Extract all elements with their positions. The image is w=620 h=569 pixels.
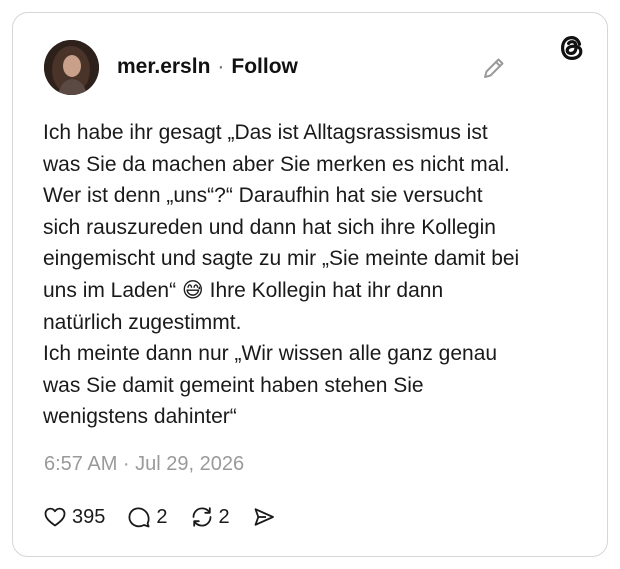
post-timestamp[interactable]: 6:57 AM · Jul 29, 2026 bbox=[44, 453, 244, 476]
avatar[interactable] bbox=[44, 40, 99, 95]
post-body-line: Ich meinte dann nur „Wir wissen alle gan… bbox=[43, 342, 498, 366]
post-body-line: natürlich zugestimmt. bbox=[43, 310, 242, 334]
author-username[interactable]: mer.ersln bbox=[117, 55, 210, 78]
heart-icon bbox=[43, 505, 67, 529]
reply-button[interactable]: 2 bbox=[127, 505, 168, 529]
repost-count: 2 bbox=[218, 505, 230, 528]
reply-count: 2 bbox=[156, 505, 168, 528]
repost-icon bbox=[190, 505, 214, 529]
post-body-line: wenigstens dahinter“ bbox=[43, 405, 237, 429]
follow-button[interactable]: Follow bbox=[231, 55, 298, 78]
repost-button[interactable]: 2 bbox=[190, 505, 230, 529]
header-separator: · bbox=[217, 55, 225, 78]
post-body-line: uns im Laden“ 😅 Ihre Kollegin hat ihr da… bbox=[43, 278, 444, 302]
like-button[interactable]: 395 bbox=[43, 505, 105, 529]
post-body-line: eingemischt und sagte zu mir „Sie meinte… bbox=[43, 247, 520, 271]
post-body: Ich habe ihr gesagt „Das ist Alltagsrass… bbox=[43, 117, 573, 433]
pencil-icon[interactable] bbox=[481, 55, 507, 81]
share-button[interactable] bbox=[252, 505, 276, 529]
comment-icon bbox=[127, 505, 151, 529]
like-count: 395 bbox=[72, 505, 106, 528]
post-body-line: Ich habe ihr gesagt „Das ist Alltagsrass… bbox=[43, 121, 488, 144]
threads-logo-icon[interactable] bbox=[556, 32, 588, 64]
post-card: mer.ersln · Follow Ich habe ihr gesagt „Da… bbox=[12, 12, 608, 557]
post-body-line: Wer ist denn „uns“?“ Daraufhin hat sie v… bbox=[43, 184, 483, 208]
post-actions: 395 2 2 bbox=[43, 502, 298, 532]
send-icon bbox=[252, 505, 276, 529]
post-body-line: sich rauszureden und dann hat sich ihre … bbox=[43, 215, 496, 239]
post-body-line: was Sie damit gemeint haben stehen Sie bbox=[43, 373, 424, 397]
post-body-line: was Sie da machen aber Sie merken es nic… bbox=[43, 152, 510, 176]
post-header: mer.ersln · Follow bbox=[117, 55, 298, 79]
